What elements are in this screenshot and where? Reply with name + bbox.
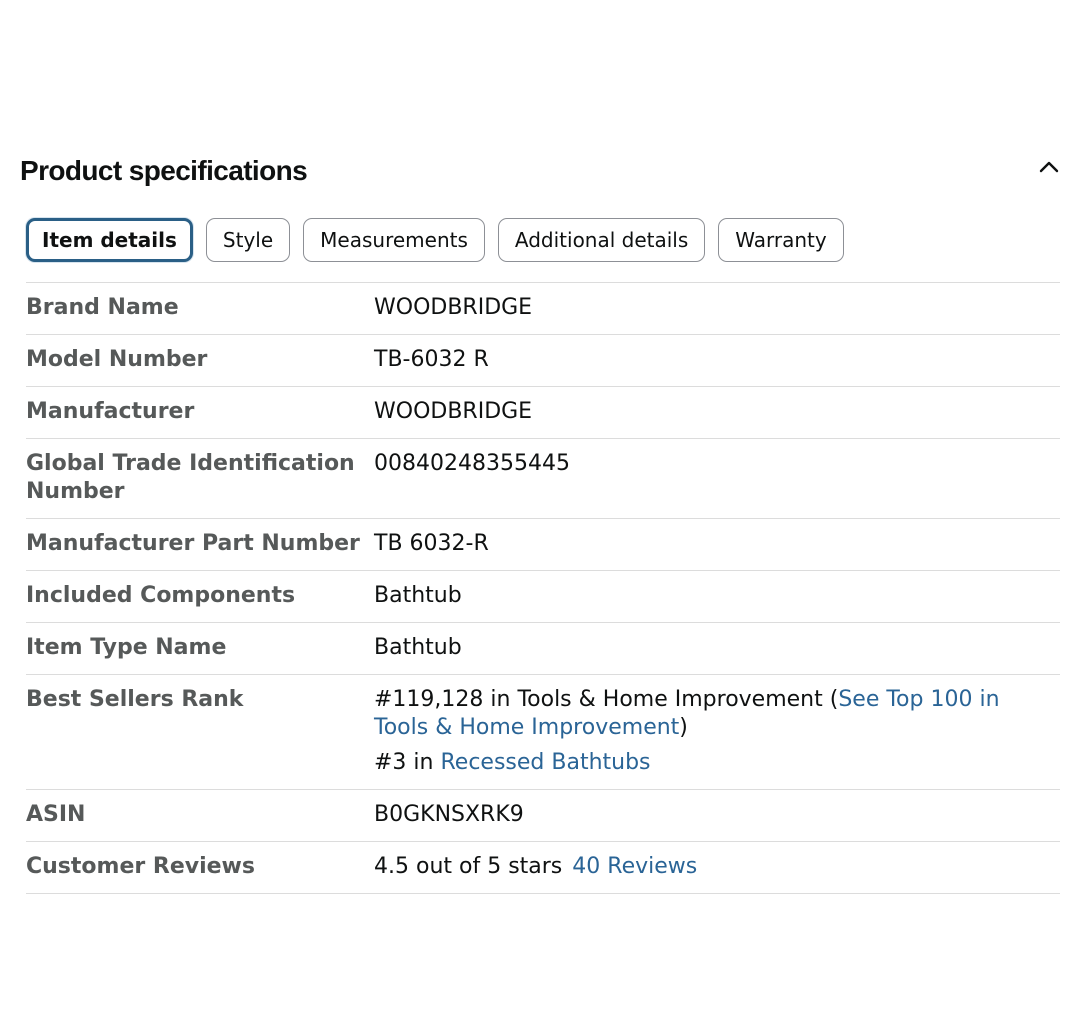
product-specifications-header: Product specifications <box>20 150 1064 194</box>
spec-row-asin: ASIN B0GKNSXRK9 <box>26 790 1060 842</box>
spec-label: Manufacturer Part Number <box>26 531 360 556</box>
spec-row-gtin: Global Trade Identification Number 00840… <box>26 439 1060 519</box>
spec-label: Global Trade Identification Number <box>26 451 355 504</box>
tab-item-details[interactable]: Item details <box>26 218 193 262</box>
spec-value: 00840248355445 <box>374 451 570 476</box>
spec-value: TB 6032-R <box>374 531 489 556</box>
spec-row-best-sellers-rank: Best Sellers Rank #119,128 in Tools & Ho… <box>26 675 1060 790</box>
spec-label: Brand Name <box>26 295 179 320</box>
reviews-link[interactable]: Reviews <box>600 854 697 879</box>
spec-value: 4.5 out of 5 stars 40 Reviews <box>374 853 1060 881</box>
spec-table: Brand Name WOODBRIDGE Model Number TB-60… <box>26 282 1060 894</box>
section-title: Product specifications <box>20 155 308 186</box>
spec-value: TB-6032 R <box>374 347 489 372</box>
rank-close-paren: ) <box>679 715 688 740</box>
tab-measurements[interactable]: Measurements <box>303 218 485 262</box>
spec-label: Included Components <box>26 583 296 608</box>
spec-row-model-number: Model Number TB-6032 R <box>26 335 1060 387</box>
spec-label: Item Type Name <box>26 635 227 660</box>
spec-label: ASIN <box>26 802 86 827</box>
spec-row-part-number: Manufacturer Part Number TB 6032-R <box>26 519 1060 571</box>
recessed-bathtubs-link[interactable]: Recessed Bathtubs <box>440 750 650 775</box>
spec-row-item-type-name: Item Type Name Bathtub <box>26 623 1060 675</box>
spec-tabs: Item details Style Measurements Addition… <box>26 218 844 262</box>
rank-text: #119,128 in Tools & Home Improvement ( <box>374 687 839 712</box>
spec-value: Bathtub <box>374 583 462 608</box>
rank-line-category: #119,128 in Tools & Home Improvement (Se… <box>374 686 1060 742</box>
reviews-link-label[interactable]: Reviews <box>607 854 697 879</box>
spec-row-brand-name: Brand Name WOODBRIDGE <box>26 283 1060 335</box>
spec-value: Bathtub <box>374 635 462 660</box>
spec-label: Best Sellers Rank <box>26 687 244 712</box>
spec-row-included-components: Included Components Bathtub <box>26 571 1060 623</box>
tab-style[interactable]: Style <box>205 218 291 262</box>
rating-text: 4.5 out of 5 stars <box>374 854 563 879</box>
spec-row-manufacturer: Manufacturer WOODBRIDGE <box>26 387 1060 439</box>
spec-label: Model Number <box>26 347 208 372</box>
spec-label: Customer Reviews <box>26 854 255 879</box>
spec-label: Manufacturer <box>26 399 195 424</box>
spec-value: WOODBRIDGE <box>374 399 533 424</box>
spec-value: WOODBRIDGE <box>374 295 533 320</box>
spec-row-customer-reviews: Customer Reviews 4.5 out of 5 stars 40 Re… <box>26 842 1060 894</box>
rank-line-subcategory: #3 in Recessed Bathtubs <box>374 749 1060 777</box>
rank-text: #3 in <box>374 750 441 775</box>
chevron-up-icon[interactable] <box>1036 154 1062 180</box>
tab-warranty[interactable]: Warranty <box>718 218 844 262</box>
spec-value: B0GKNSXRK9 <box>374 802 524 827</box>
review-count-link[interactable]: 40 <box>572 854 600 879</box>
spec-value: #119,128 in Tools & Home Improvement (Se… <box>374 686 1060 777</box>
tab-additional-details[interactable]: Additional details <box>497 218 706 262</box>
